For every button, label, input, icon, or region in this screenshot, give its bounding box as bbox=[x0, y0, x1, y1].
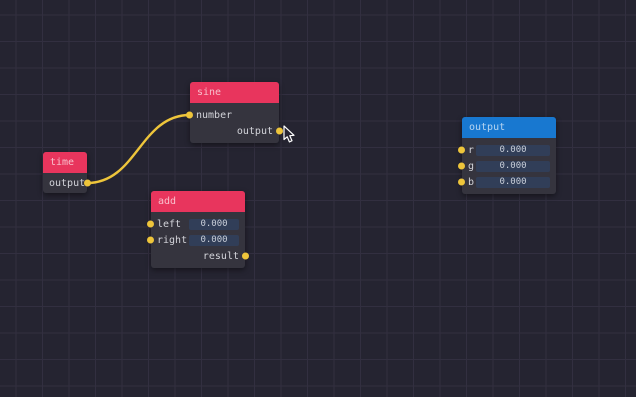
wire-time-output-to-sine-number[interactable] bbox=[87, 115, 190, 183]
port-output-b[interactable] bbox=[458, 179, 465, 186]
node-output-title: output bbox=[469, 122, 505, 133]
node-time-title: time bbox=[50, 157, 74, 168]
output-r-value-input[interactable] bbox=[476, 145, 550, 156]
add-left-value-input[interactable] bbox=[189, 219, 239, 230]
add-left-label: left bbox=[157, 219, 181, 230]
output-g-label: g bbox=[468, 161, 474, 172]
node-add-header[interactable]: add bbox=[151, 191, 245, 212]
add-right-value-input[interactable] bbox=[189, 235, 239, 246]
sine-number-row: number bbox=[190, 107, 279, 123]
node-time-header[interactable]: time bbox=[43, 152, 87, 173]
sine-output-row: output bbox=[190, 123, 279, 139]
output-r-row: r bbox=[462, 142, 556, 158]
node-output-header[interactable]: output bbox=[462, 117, 556, 138]
node-time[interactable]: time output bbox=[43, 152, 87, 193]
node-sine-title: sine bbox=[197, 87, 221, 98]
output-g-value-input[interactable] bbox=[476, 161, 550, 172]
node-sine[interactable]: sine number output bbox=[190, 82, 279, 143]
port-output-g[interactable] bbox=[458, 163, 465, 170]
port-output-r[interactable] bbox=[458, 147, 465, 154]
time-output-row: output bbox=[43, 175, 87, 191]
output-g-row: g bbox=[462, 158, 556, 174]
add-left-row: left bbox=[151, 216, 245, 232]
output-r-label: r bbox=[468, 145, 474, 156]
port-sine-output[interactable] bbox=[276, 128, 283, 135]
sine-output-label: output bbox=[237, 126, 273, 137]
wire-layer bbox=[0, 0, 636, 397]
node-sine-header[interactable]: sine bbox=[190, 82, 279, 103]
node-add-body: left right result bbox=[151, 212, 245, 268]
node-sine-body: number output bbox=[190, 103, 279, 143]
port-time-output[interactable] bbox=[84, 180, 91, 187]
node-add[interactable]: add left right result bbox=[151, 191, 245, 268]
output-b-label: b bbox=[468, 177, 474, 188]
node-output[interactable]: output r g b bbox=[462, 117, 556, 194]
port-add-right[interactable] bbox=[147, 237, 154, 244]
sine-number-label: number bbox=[196, 110, 232, 121]
add-result-label: result bbox=[203, 251, 239, 262]
mouse-cursor-icon bbox=[283, 125, 297, 144]
output-b-row: b bbox=[462, 174, 556, 190]
node-add-title: add bbox=[158, 196, 176, 207]
node-editor-canvas[interactable]: time output sine number output add bbox=[0, 0, 636, 397]
node-time-body: output bbox=[43, 173, 87, 193]
port-add-left[interactable] bbox=[147, 221, 154, 228]
port-sine-number[interactable] bbox=[186, 112, 193, 119]
output-b-value-input[interactable] bbox=[476, 177, 550, 188]
add-right-label: right bbox=[157, 235, 187, 246]
add-right-row: right bbox=[151, 232, 245, 248]
time-output-label: output bbox=[49, 178, 85, 189]
add-result-row: result bbox=[151, 248, 245, 264]
node-output-body: r g b bbox=[462, 138, 556, 194]
port-add-result[interactable] bbox=[242, 253, 249, 260]
